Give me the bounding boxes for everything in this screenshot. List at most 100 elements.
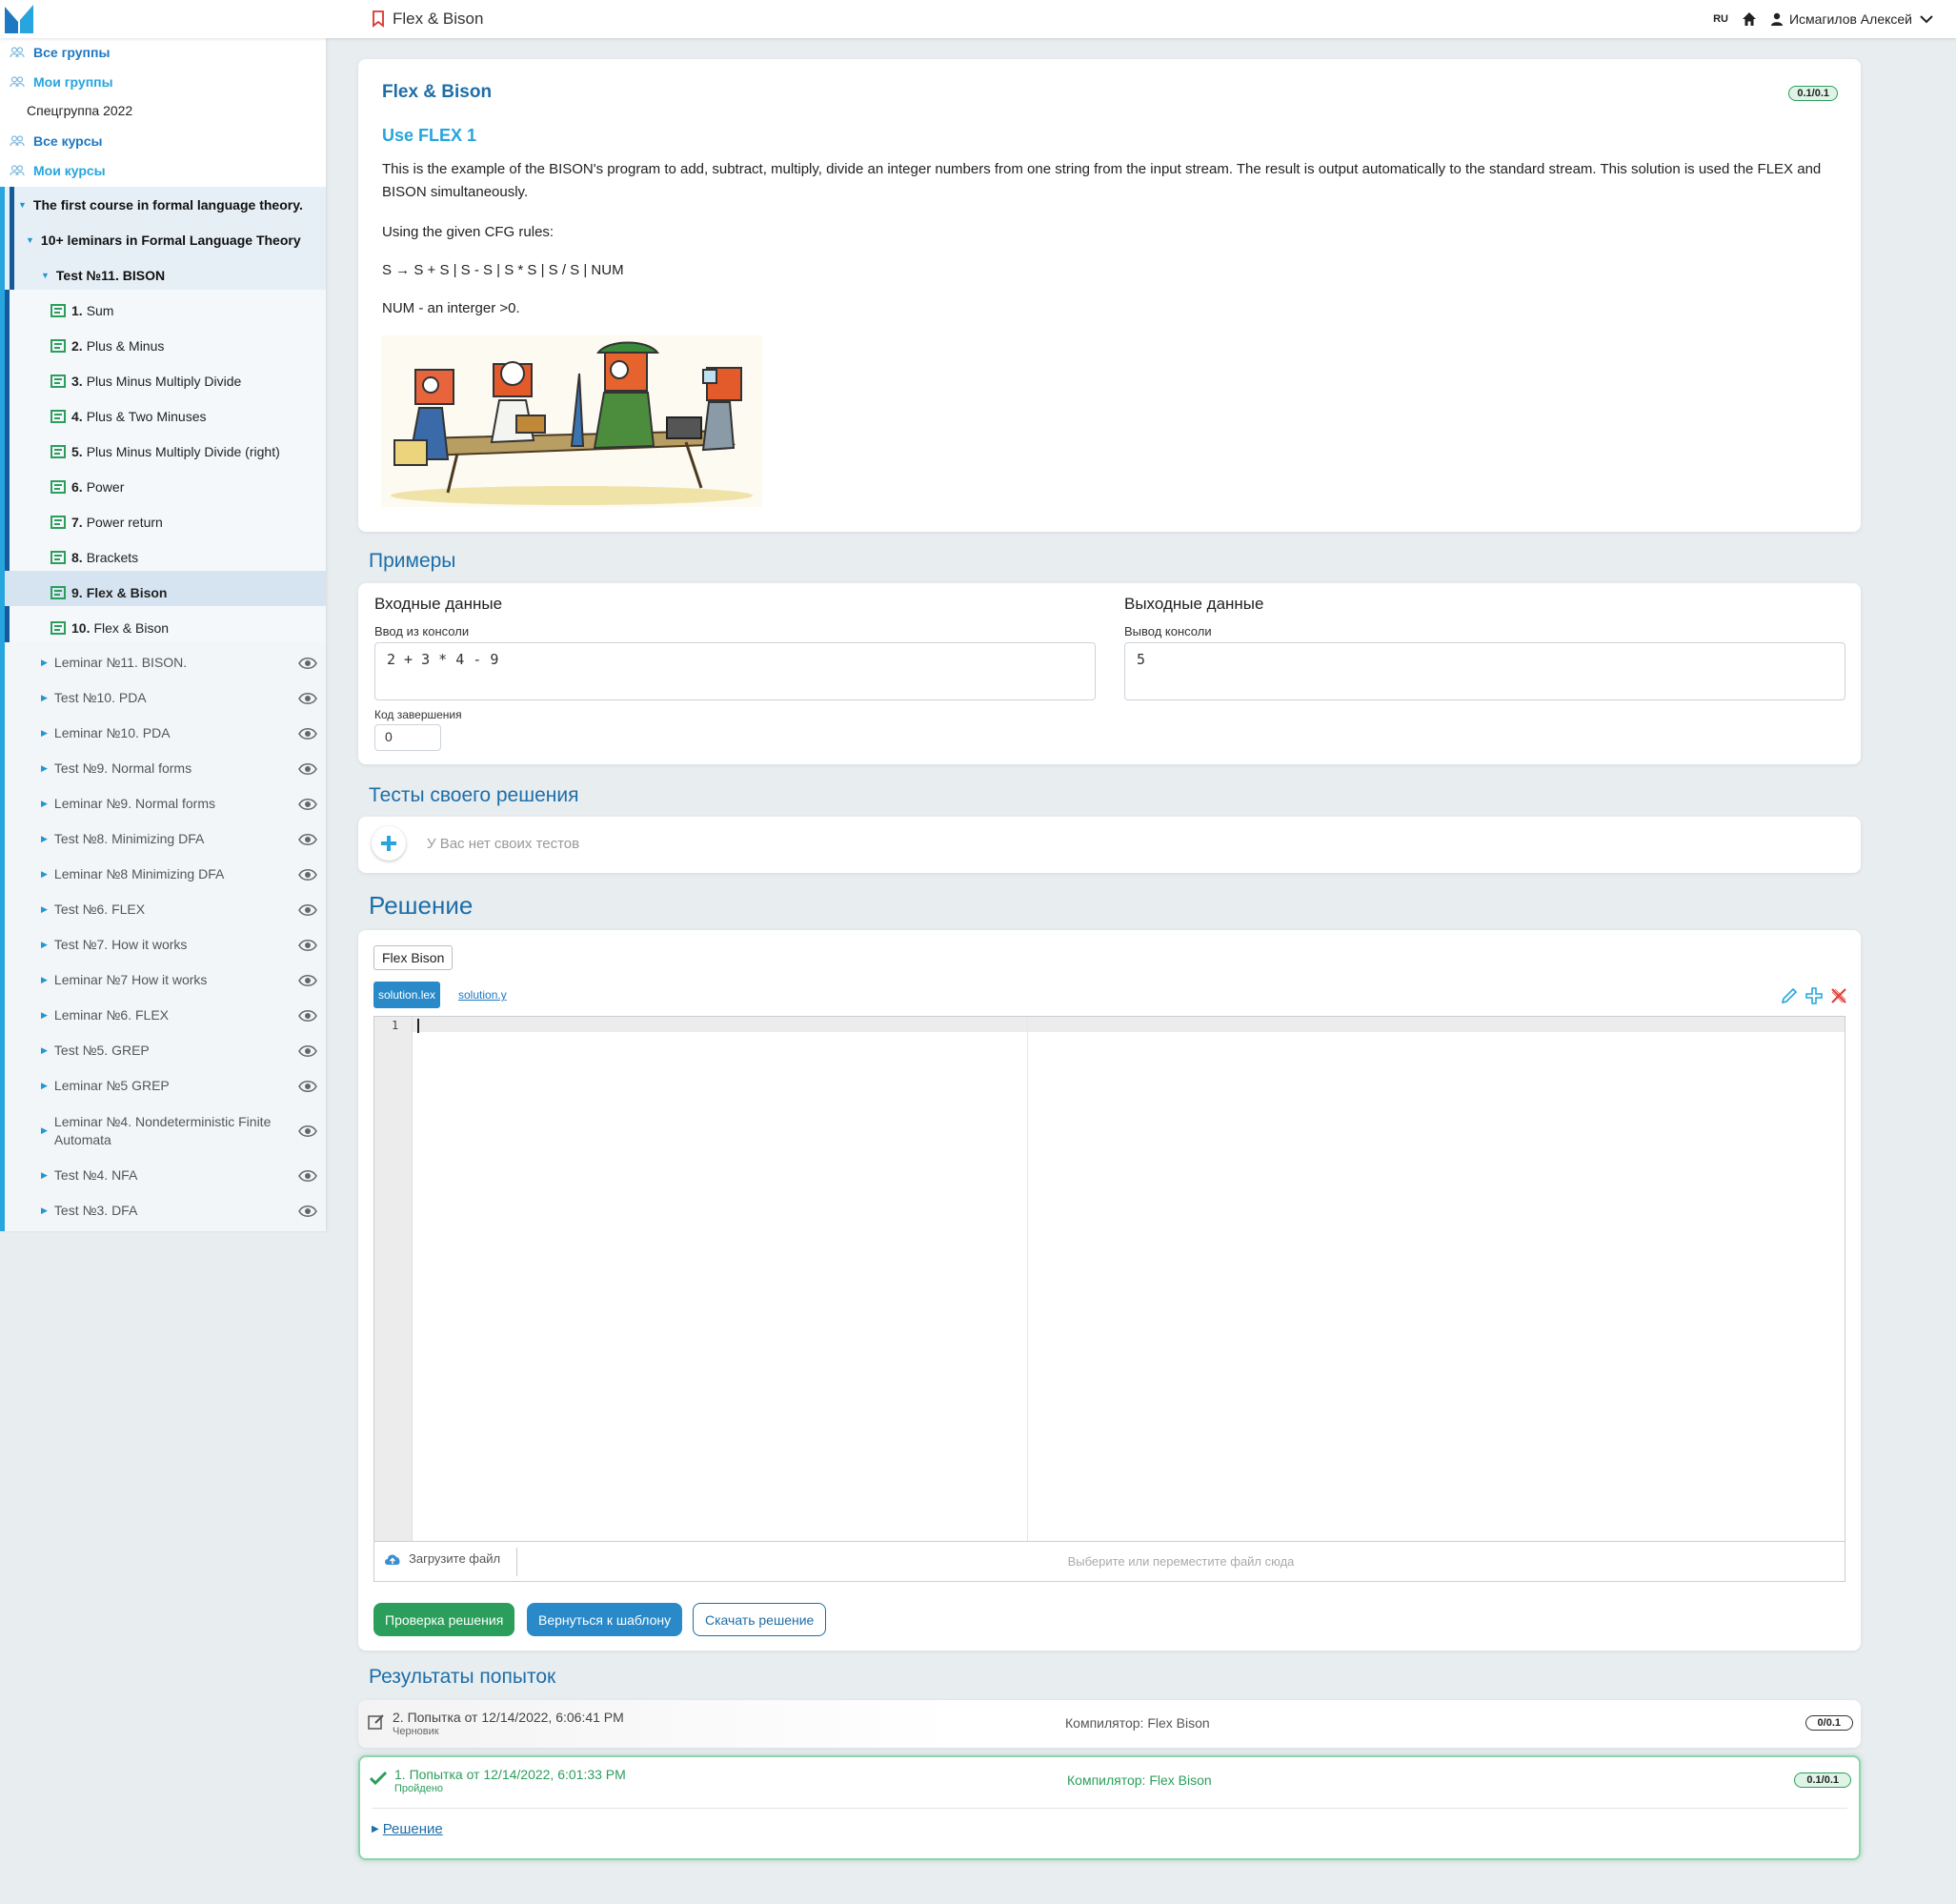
example-input-box[interactable]: 2 + 3 * 4 - 9 bbox=[374, 642, 1096, 700]
download-solution-button[interactable]: Скачать решение bbox=[693, 1603, 827, 1636]
tree-unit-active[interactable]: ▼ Test №11. BISON bbox=[41, 257, 165, 293]
sidebar-unit-item[interactable]: ▶ Test №9. Normal forms bbox=[41, 751, 317, 786]
caret-right-icon[interactable]: ▶ bbox=[41, 1125, 48, 1136]
chevron-down-icon[interactable] bbox=[1920, 14, 1939, 24]
eye-icon[interactable] bbox=[298, 1169, 317, 1183]
eye-icon[interactable] bbox=[298, 939, 317, 952]
language-switch[interactable]: RU bbox=[1713, 13, 1728, 25]
sidebar-item-my-groups[interactable]: Мои группы bbox=[10, 71, 113, 92]
sidebar-task-item[interactable]: 10. Flex & Bison bbox=[50, 610, 169, 645]
sidebar-unit-item[interactable]: ▶ Leminar №4. Nondeterministic Finite Aut… bbox=[41, 1104, 317, 1158]
compiler-select[interactable]: Flex Bison bbox=[373, 945, 454, 970]
course-tree: ▼ The first course in formal language th… bbox=[0, 187, 326, 1231]
sidebar-task-item[interactable]: 5. Plus Minus Multiply Divide (right) bbox=[50, 434, 280, 469]
sidebar-task-item[interactable]: 4. Plus & Two Minuses bbox=[50, 398, 206, 434]
sidebar-task-item[interactable]: 9. Flex & Bison bbox=[50, 575, 167, 610]
task-icon bbox=[50, 338, 66, 353]
caret-right-icon[interactable]: ▶ bbox=[41, 1010, 48, 1021]
sidebar-unit-item[interactable]: ▶ Leminar №7 How it works bbox=[41, 962, 317, 998]
caret-right-icon[interactable]: ▶ bbox=[41, 658, 48, 668]
eye-icon[interactable] bbox=[298, 657, 317, 670]
caret-right-icon[interactable]: ▶ bbox=[41, 799, 48, 809]
caret-right-icon[interactable]: ▶ bbox=[41, 869, 48, 880]
eye-icon[interactable] bbox=[298, 974, 317, 987]
sidebar-unit-item[interactable]: ▶ Test №8. Minimizing DFA bbox=[41, 821, 317, 857]
add-file-icon[interactable] bbox=[1805, 987, 1823, 1004]
sidebar-unit-item[interactable]: ▶ Leminar №6. FLEX bbox=[41, 998, 317, 1033]
caret-right-icon[interactable]: ▶ bbox=[41, 693, 48, 703]
plus-icon bbox=[381, 836, 396, 851]
sidebar-item-all-groups[interactable]: Все группы bbox=[10, 42, 110, 63]
delete-file-icon[interactable] bbox=[1830, 987, 1847, 1004]
eye-icon[interactable] bbox=[298, 727, 317, 740]
sidebar-unit-item[interactable]: ▶ Leminar №8 Minimizing DFA bbox=[41, 857, 317, 892]
attempt-row[interactable]: 2. Попытка от 12/14/2022, 6:06:41 PM Чер… bbox=[358, 1700, 1861, 1748]
attempt-row[interactable]: 1. Попытка от 12/14/2022, 6:01:33 PM Про… bbox=[358, 1755, 1861, 1860]
sidebar-unit-item[interactable]: ▶ Test №6. FLEX bbox=[41, 892, 317, 927]
bookmark-icon[interactable] bbox=[372, 10, 385, 28]
sidebar-unit-item[interactable]: ▶ Leminar №9. Normal forms bbox=[41, 786, 317, 821]
caret-right-icon[interactable]: ▶ bbox=[41, 728, 48, 739]
sidebar-unit-item[interactable]: ▶ Test №10. PDA bbox=[41, 680, 317, 716]
tab-solution-y[interactable]: solution.y bbox=[458, 988, 507, 1002]
home-icon[interactable] bbox=[1742, 11, 1757, 27]
caret-right-icon[interactable]: ▶ bbox=[41, 975, 48, 985]
task-paragraph: This is the example of the BISON's progr… bbox=[382, 161, 1822, 200]
caret-right-icon[interactable]: ▶ bbox=[41, 904, 48, 915]
sidebar-unit-item[interactable]: ▶ Test №4. NFA bbox=[41, 1158, 317, 1193]
app-logo[interactable] bbox=[3, 3, 35, 35]
eye-icon[interactable] bbox=[298, 1205, 317, 1218]
solution-link[interactable]: Решение bbox=[383, 1821, 443, 1837]
eye-icon[interactable] bbox=[298, 1009, 317, 1023]
caret-down-icon[interactable]: ▼ bbox=[26, 235, 34, 245]
caret-down-icon[interactable]: ▼ bbox=[18, 200, 27, 210]
eye-icon[interactable] bbox=[298, 868, 317, 881]
reset-template-button[interactable]: Вернуться к шаблону bbox=[527, 1603, 683, 1636]
eye-icon[interactable] bbox=[298, 1044, 317, 1058]
caret-right-icon[interactable]: ▶ bbox=[41, 1170, 48, 1181]
caret-right-icon[interactable]: ▶ bbox=[41, 763, 48, 774]
example-output-box[interactable]: 5 bbox=[1124, 642, 1845, 700]
edit-icon[interactable] bbox=[1781, 987, 1798, 1004]
eye-icon[interactable] bbox=[298, 903, 317, 917]
sidebar-unit-item[interactable]: ▶ Leminar №10. PDA bbox=[41, 716, 317, 751]
sidebar-unit-item[interactable]: ▶ Leminar №11. BISON. bbox=[41, 645, 317, 680]
upload-button[interactable]: Загрузите файл bbox=[384, 1551, 500, 1566]
sidebar-unit-item[interactable]: ▶ Test №7. How it works bbox=[41, 927, 317, 962]
eye-icon[interactable] bbox=[298, 762, 317, 776]
file-upload[interactable]: Загрузите файл Выберите или переместите … bbox=[373, 1542, 1845, 1582]
eye-icon[interactable] bbox=[298, 798, 317, 811]
eye-icon[interactable] bbox=[298, 833, 317, 846]
sidebar-item-group[interactable]: Спецгруппа 2022 bbox=[27, 103, 132, 118]
eye-icon[interactable] bbox=[298, 1080, 317, 1093]
tree-module[interactable]: ▼ 10+ leminars in Formal Language Theory bbox=[26, 222, 301, 257]
caret-right-icon[interactable]: ▶ bbox=[41, 1081, 48, 1091]
eye-icon[interactable] bbox=[298, 1124, 317, 1138]
caret-right-icon[interactable]: ▶ bbox=[41, 834, 48, 844]
sidebar-task-item[interactable]: 7. Power return bbox=[50, 504, 163, 539]
sidebar-task-item[interactable]: 2. Plus & Minus bbox=[50, 328, 164, 363]
sidebar-unit-item[interactable]: ▶ Leminar №5 GREP bbox=[41, 1068, 317, 1104]
tab-solution-lex[interactable]: solution.lex bbox=[373, 982, 441, 1008]
exit-code-box[interactable]: 0 bbox=[374, 724, 441, 751]
sidebar-task-item[interactable]: 3. Plus Minus Multiply Divide bbox=[50, 363, 241, 398]
sidebar-task-item[interactable]: 1. Sum bbox=[50, 293, 113, 328]
check-solution-button[interactable]: Проверка решения bbox=[373, 1603, 515, 1636]
caret-down-icon[interactable]: ▼ bbox=[41, 271, 50, 280]
sidebar-item-all-courses[interactable]: Все курсы bbox=[10, 131, 102, 152]
sidebar-task-item[interactable]: 6. Power bbox=[50, 469, 124, 504]
tree-course[interactable]: ▼ The first course in formal language th… bbox=[18, 187, 303, 222]
eye-icon[interactable] bbox=[298, 692, 317, 705]
code-editor[interactable]: 1 bbox=[373, 1016, 1845, 1542]
add-test-button[interactable] bbox=[372, 826, 406, 861]
sidebar-unit-item[interactable]: ▶ Test №5. GREP bbox=[41, 1033, 317, 1068]
caret-right-icon[interactable]: ▶ bbox=[41, 1205, 48, 1216]
task-title: Brackets bbox=[86, 549, 139, 565]
caret-right-icon[interactable]: ▶ bbox=[41, 940, 48, 950]
user-menu[interactable]: Исмагилов Алексей bbox=[1770, 11, 1939, 27]
sidebar-task-item[interactable]: 8. Brackets bbox=[50, 539, 138, 575]
sidebar-item-my-courses[interactable]: Мои курсы bbox=[10, 160, 106, 181]
sidebar-unit-item[interactable]: ▶ Test №3. DFA bbox=[41, 1193, 317, 1228]
attempt-solution-toggle[interactable]: ▶ Решение bbox=[372, 1821, 443, 1837]
caret-right-icon[interactable]: ▶ bbox=[41, 1045, 48, 1056]
